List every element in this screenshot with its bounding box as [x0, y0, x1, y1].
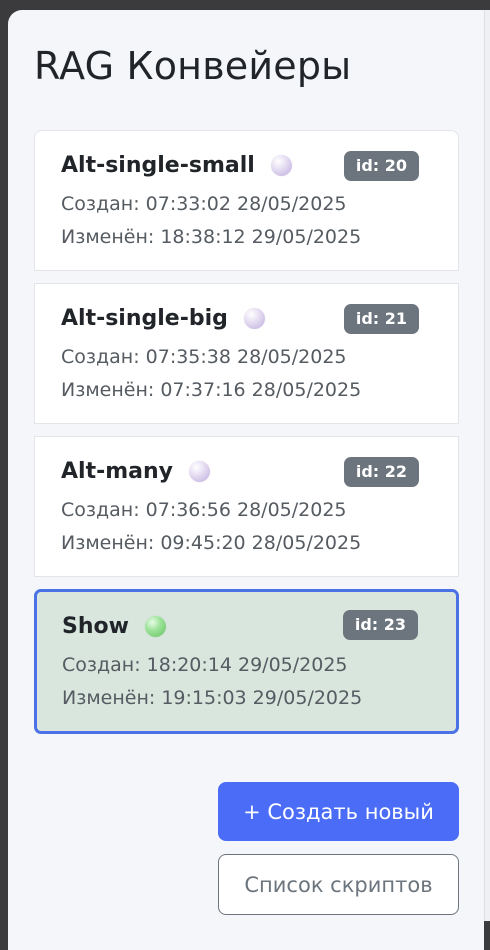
scripts-list-button[interactable]: Список скриптов	[218, 854, 459, 915]
modified-timestamp: Изменён: 18:38:12 29/05/2025	[61, 226, 362, 248]
modified-timestamp: Изменён: 09:45:20 28/05/2025	[61, 532, 362, 554]
created-timestamp: Создан: 18:20:14 29/05/2025	[62, 654, 348, 676]
pipeline-name: Alt-single-big	[61, 305, 228, 331]
create-new-button[interactable]: + Создать новый	[218, 782, 459, 841]
status-dot-inactive-icon	[243, 307, 265, 329]
pipeline-meta: Создан: 18:20:14 29/05/2025 Изменён: 19:…	[62, 649, 431, 715]
pipeline-card[interactable]: Alt-single-small id: 20 Создан: 07:33:02…	[34, 130, 459, 271]
pipeline-card-selected[interactable]: Show id: 23 Создан: 18:20:14 29/05/2025 …	[34, 589, 459, 734]
status-dot-inactive-icon	[189, 460, 210, 482]
created-timestamp: Создан: 07:33:02 28/05/2025	[61, 193, 347, 215]
pipeline-name: Show	[62, 613, 129, 639]
id-badge: id: 23	[342, 610, 418, 640]
pipelines-panel: RAG Конвейеры Alt-single-small id: 20 Со…	[8, 10, 484, 950]
pipeline-card[interactable]: Alt-many id: 22 Создан: 07:36:56 28/05/2…	[34, 436, 459, 577]
pipeline-list: Alt-single-small id: 20 Создан: 07:33:02…	[34, 130, 459, 746]
page-title: RAG Конвейеры	[34, 44, 352, 88]
pipeline-name: Alt-many	[61, 458, 173, 484]
created-timestamp: Создан: 07:35:38 28/05/2025	[61, 346, 347, 368]
pipeline-name: Alt-single-small	[61, 152, 255, 178]
pipeline-card[interactable]: Alt-single-big id: 21 Создан: 07:35:38 2…	[34, 283, 459, 424]
modified-timestamp: Изменён: 07:37:16 28/05/2025	[61, 379, 362, 401]
status-dot-active-icon	[144, 615, 166, 637]
id-badge: id: 22	[343, 457, 419, 487]
id-badge: id: 21	[343, 304, 419, 334]
panel-scroll-edge	[484, 10, 490, 921]
modified-timestamp: Изменён: 19:15:03 29/05/2025	[62, 687, 363, 709]
pipeline-meta: Создан: 07:36:56 28/05/2025 Изменён: 09:…	[61, 494, 432, 560]
pipeline-meta: Создан: 07:35:38 28/05/2025 Изменён: 07:…	[61, 341, 432, 407]
created-timestamp: Создан: 07:36:56 28/05/2025	[61, 499, 347, 521]
status-dot-inactive-icon	[270, 154, 292, 176]
pipeline-meta: Создан: 07:33:02 28/05/2025 Изменён: 18:…	[61, 188, 432, 254]
id-badge: id: 20	[343, 151, 419, 181]
action-buttons: + Создать новый Список скриптов	[218, 782, 459, 915]
